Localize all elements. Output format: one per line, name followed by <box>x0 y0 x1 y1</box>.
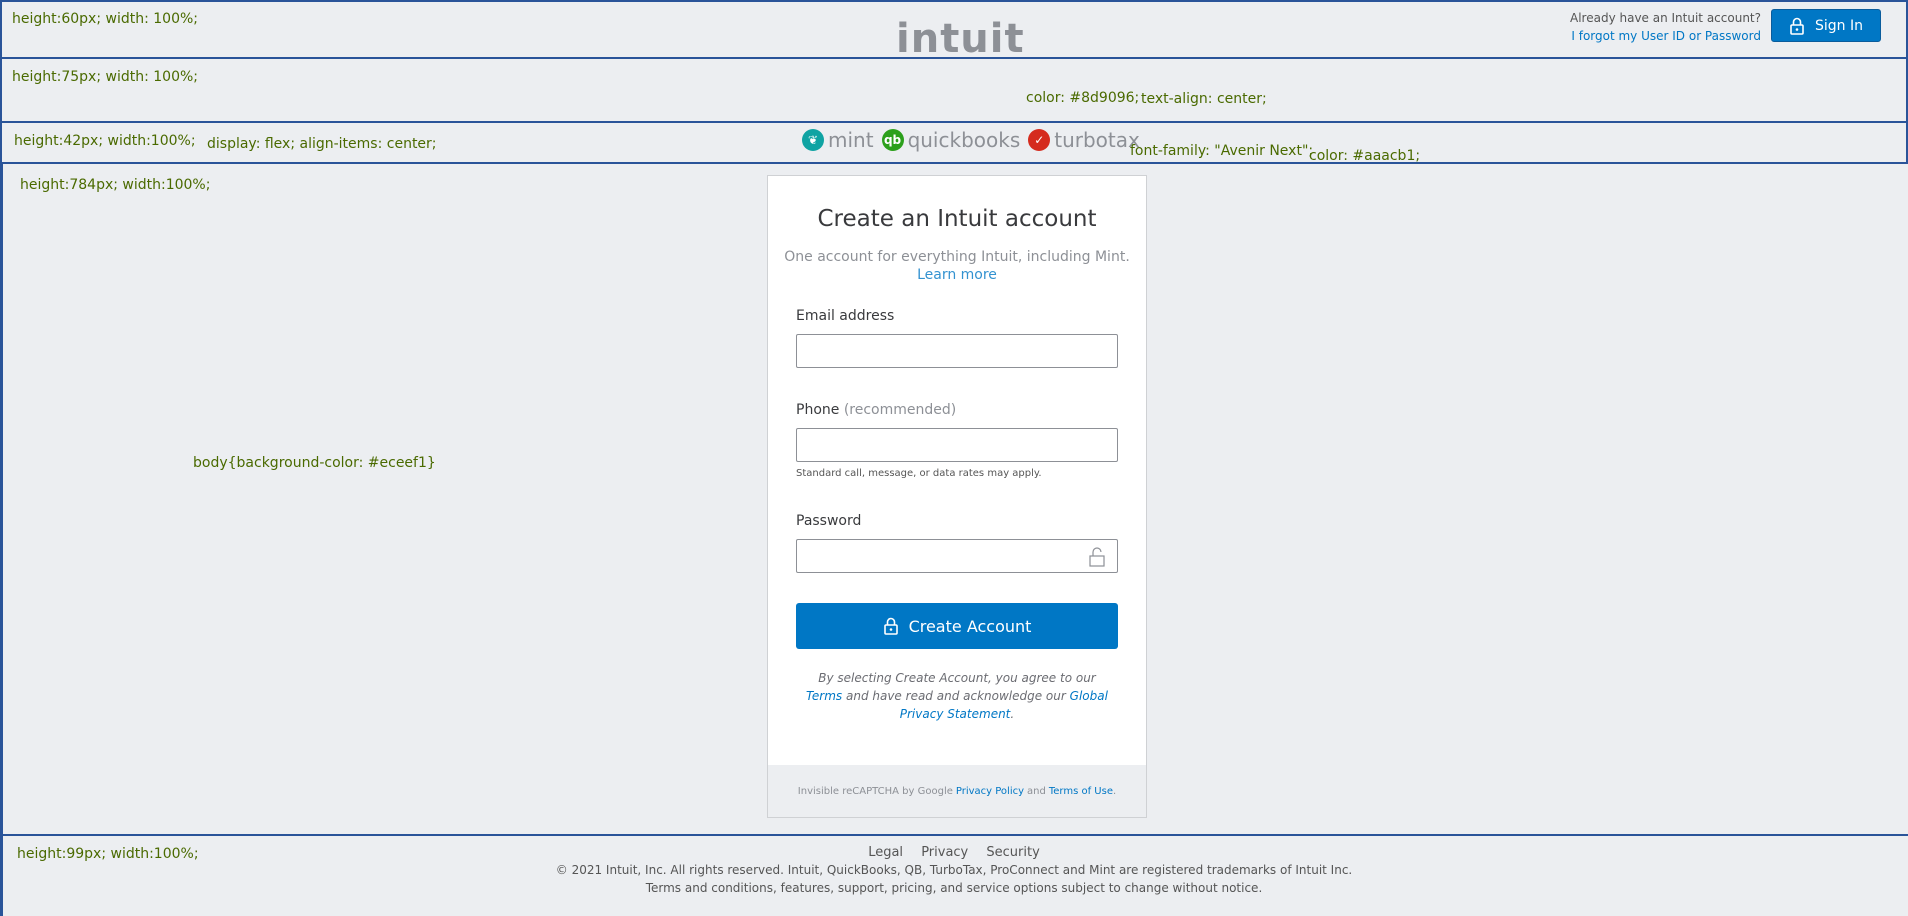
body-bg-css-note: body{background-color: #eceef1} <box>193 455 436 471</box>
phone-label-text: Phone <box>796 402 840 418</box>
card-subtitle: One account for everything Intuit, inclu… <box>768 248 1146 284</box>
email-field-group: Email address <box>796 308 1118 368</box>
brands-flex-note: display: flex; align-items: center; <box>207 136 437 152</box>
captcha-end: . <box>1113 785 1117 797</box>
phone-label: Phone (recommended) <box>796 402 1118 418</box>
captcha-terms-link[interactable]: Terms of Use <box>1049 786 1113 797</box>
footer-links: Legal Privacy Security <box>0 845 1908 860</box>
phone-recommended-text: (recommended) <box>843 402 957 418</box>
logo-color-note: color: #8d9096; <box>1026 90 1140 106</box>
captcha-prefix: Invisible reCAPTCHA by Google <box>797 785 953 797</box>
legal-middle: and have read and acknowledge our <box>845 689 1066 703</box>
create-account-label: Create Account <box>908 616 1032 636</box>
phone-hint: Standard call, message, or data rates ma… <box>796 468 1042 479</box>
sign-in-label: Sign In <box>1815 17 1863 34</box>
brand-turbotax: ✓ turbotax <box>1028 128 1140 152</box>
email-label: Email address <box>796 308 895 324</box>
legal-end: . <box>1010 707 1015 721</box>
logo-band-css-note: height:75px; width: 100%; <box>12 69 198 85</box>
logo-align-note: text-align: center; <box>1141 91 1267 107</box>
lock-icon <box>1790 17 1804 35</box>
brand-mint-label: mint <box>828 128 874 152</box>
subtitle-text: One account for everything Intuit, inclu… <box>784 249 1130 265</box>
legal-agreement-text: By selecting Create Account, you agree t… <box>800 669 1114 723</box>
legal-prefix: By selecting Create Account, you agree t… <box>818 671 1096 685</box>
lock-icon <box>883 617 898 635</box>
captcha-privacy-link[interactable]: Privacy Policy <box>956 786 1024 797</box>
main-band-css-note: height:784px; width:100%; <box>20 177 211 193</box>
brand-mint: ❦ mint <box>802 128 874 152</box>
footer-legal-link[interactable]: Legal <box>868 845 903 860</box>
brands-band-css-note: height:42px; width:100%; <box>14 133 196 149</box>
quickbooks-logo-icon: qb <box>881 129 904 151</box>
logo-band <box>0 57 1908 123</box>
recaptcha-notice: Invisible reCAPTCHA by Google Privacy Po… <box>768 765 1146 817</box>
captcha-and: and <box>1027 785 1046 797</box>
sign-in-button[interactable]: Sign In <box>1771 9 1881 42</box>
email-input[interactable] <box>796 334 1118 368</box>
phone-field-group: Phone (recommended) Standard call, messa… <box>796 402 1118 479</box>
footer-security-link[interactable]: Security <box>986 845 1039 860</box>
password-input[interactable] <box>796 539 1118 573</box>
brand-quickbooks: qb quickbooks <box>881 128 1021 152</box>
intuit-logo: intuit <box>896 16 1025 62</box>
header-css-note: height:60px; width: 100%; <box>12 11 198 27</box>
footer-copyright: © 2021 Intuit, Inc. All rights reserved.… <box>555 863 1353 877</box>
sign-in-text: Already have an Intuit account? I forgot… <box>1570 9 1761 45</box>
mint-leaf-icon: ❦ <box>802 129 824 151</box>
phone-input[interactable] <box>796 428 1118 462</box>
brand-strip: ❦ mint qb quickbooks ✓ turbotax <box>802 128 1140 152</box>
learn-more-link[interactable]: Learn more <box>917 267 997 283</box>
footer-terms-note: Terms and conditions, features, support,… <box>645 881 1263 895</box>
already-have-account-text: Already have an Intuit account? <box>1570 11 1761 25</box>
terms-link[interactable]: Terms <box>806 689 842 703</box>
turbotax-check-icon: ✓ <box>1028 129 1051 151</box>
footer-privacy-link[interactable]: Privacy <box>921 845 968 860</box>
create-account-card: Create an Intuit account One account for… <box>767 175 1147 818</box>
brands-font-note: font-family: "Avenir Next"; <box>1130 143 1314 159</box>
forgot-credentials-link[interactable]: I forgot my User ID or Password <box>1571 29 1761 43</box>
password-field-group: Password <box>796 513 1118 573</box>
create-account-button[interactable]: Create Account <box>796 603 1118 649</box>
page-title: Create an Intuit account <box>817 206 1097 232</box>
brand-quickbooks-label: quickbooks <box>907 128 1021 152</box>
password-label: Password <box>796 513 862 529</box>
brand-turbotax-label: turbotax <box>1054 128 1140 152</box>
sign-in-area: Already have an Intuit account? I forgot… <box>1570 9 1881 45</box>
unlock-icon[interactable] <box>1088 547 1106 567</box>
